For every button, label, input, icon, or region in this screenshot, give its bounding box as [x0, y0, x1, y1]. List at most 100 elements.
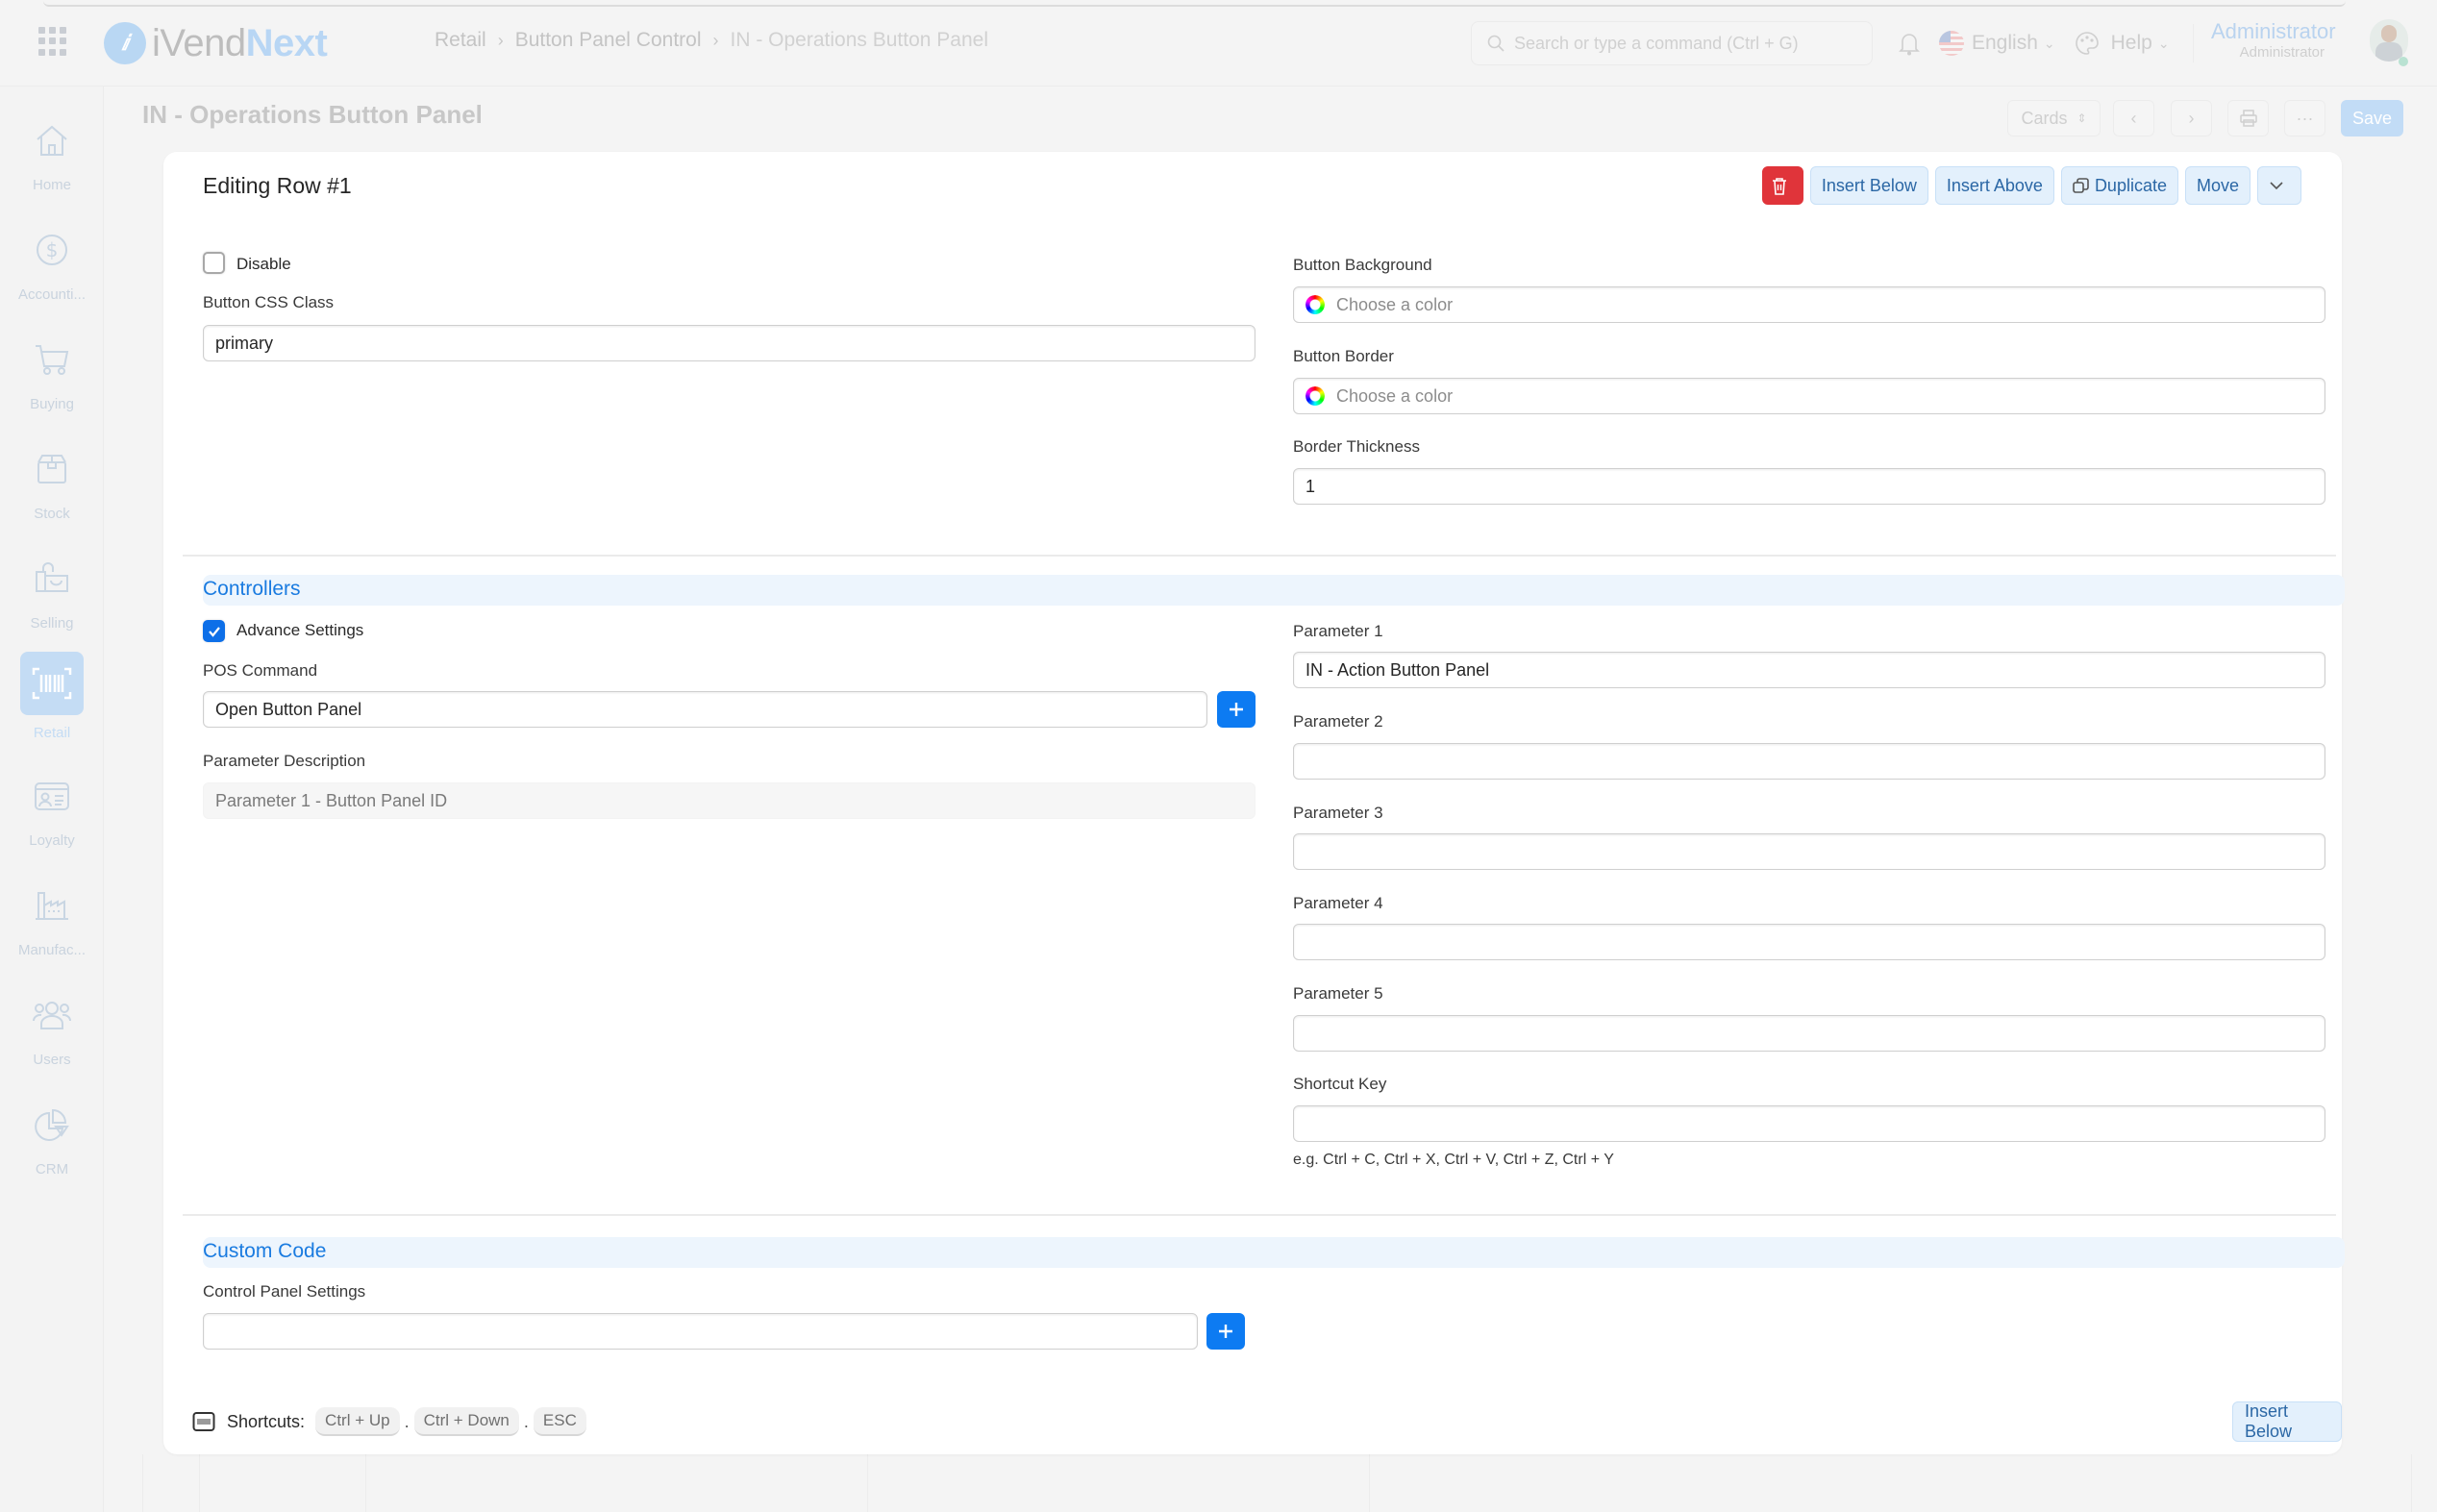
sidebar-label: Loyalty [29, 832, 75, 849]
ellipsis-icon: ··· [2296, 108, 2314, 128]
insert-above-button[interactable]: Insert Above [1934, 166, 2054, 205]
control-panel-settings-input[interactable] [203, 1313, 1198, 1350]
breadcrumb: Retail › Button Panel Control › IN - Ope… [435, 29, 988, 52]
button-background-input[interactable]: Choose a color [1293, 286, 2325, 323]
bag-icon [36, 562, 68, 592]
button-background-label: Button Background [1293, 256, 1432, 274]
sidebar-item-home[interactable]: Home [0, 113, 104, 193]
collapse-button[interactable] [2257, 166, 2301, 205]
previous-button[interactable]: ‹ [2113, 100, 2154, 136]
advance-settings-checkbox[interactable] [203, 620, 225, 642]
online-status-dot [2399, 57, 2408, 66]
add-pos-command-button[interactable] [1217, 691, 1256, 728]
palette-icon[interactable] [2075, 31, 2100, 56]
breadcrumb-current[interactable]: IN - Operations Button Panel [731, 29, 988, 52]
sidebar-label: Selling [30, 615, 74, 632]
help-menu[interactable]: Help [2111, 32, 2152, 55]
shortcuts-label: Shortcuts: [227, 1411, 306, 1431]
shortcut-key-input[interactable] [1293, 1105, 2325, 1142]
shortcut-separator: . [523, 1411, 529, 1431]
button-border-placeholder: Choose a color [1336, 385, 1454, 406]
button-border-input[interactable]: Choose a color [1293, 378, 2325, 414]
pos-command-input[interactable]: Open Button Panel [203, 691, 1207, 728]
controllers-section-title: Controllers [203, 578, 301, 600]
sidebar-item-users[interactable]: Users [0, 988, 104, 1068]
factory-icon [36, 892, 68, 920]
home-icon [37, 125, 67, 156]
checkmark-icon [208, 626, 220, 637]
more-button[interactable]: ··· [2284, 100, 2325, 136]
sidebar-label: Stock [34, 506, 70, 522]
breadcrumb-retail[interactable]: Retail [435, 29, 486, 52]
breadcrumb-button-panel-control[interactable]: Button Panel Control [515, 29, 702, 52]
controllers-section-header[interactable]: Controllers [203, 575, 2345, 606]
sidebar-item-loyalty[interactable]: Loyalty [0, 769, 104, 849]
sidebar-item-buying[interactable]: Buying [0, 333, 104, 412]
disable-label: Disable [236, 255, 291, 273]
parameter-1-label: Parameter 1 [1293, 622, 1383, 640]
cart-icon [36, 345, 69, 375]
trash-icon [1773, 177, 1787, 195]
insert-below-button[interactable]: Insert Below [1809, 166, 1928, 205]
global-search-input[interactable]: Search or type a command (Ctrl + G) [1471, 21, 1873, 65]
color-wheel-icon[interactable] [1306, 295, 1325, 314]
plus-icon [1230, 703, 1243, 716]
duplicate-button[interactable]: Duplicate [2060, 166, 2178, 205]
printer-icon [2239, 110, 2257, 127]
print-button[interactable] [2227, 100, 2269, 136]
sidebar-item-stock[interactable]: Stock [0, 442, 104, 522]
language-selector[interactable]: English [1972, 32, 2038, 55]
save-label: Save [2351, 108, 2393, 128]
border-thickness-input[interactable]: 1 [1293, 468, 2325, 505]
updown-icon: ⇕ [2076, 112, 2087, 125]
add-control-panel-settings-button[interactable] [1206, 1313, 1245, 1350]
parameter-4-label: Parameter 4 [1293, 894, 1383, 912]
shortcut-key-chip: Ctrl + Up [315, 1407, 400, 1436]
parameter-2-label: Parameter 2 [1293, 712, 1383, 731]
footer-insert-below-label: Insert Below [2245, 1401, 2293, 1441]
user-menu[interactable]: Administrator Administrator [2211, 19, 2336, 61]
color-wheel-icon[interactable] [1306, 386, 1325, 406]
apps-grid-icon[interactable] [38, 27, 67, 56]
sidebar-item-accounting[interactable]: $ Accounti... [0, 223, 104, 303]
custom-code-section-header[interactable]: Custom Code [203, 1237, 2345, 1268]
parameter-description-value: Parameter 1 - Button Panel ID [215, 790, 448, 810]
id-card-icon [35, 782, 69, 810]
next-button[interactable]: › [2171, 100, 2212, 136]
shortcut-key-hint: e.g. Ctrl + C, Ctrl + X, Ctrl + V, Ctrl … [1293, 1152, 1614, 1168]
user-name: Administrator [2211, 19, 2336, 43]
avatar[interactable] [2370, 19, 2408, 62]
button-css-class-value: primary [215, 333, 274, 353]
parameter-2-input[interactable] [1293, 743, 2325, 780]
section-divider [183, 1214, 2336, 1216]
button-css-class-input[interactable]: primary [203, 325, 1256, 361]
sidebar-item-selling[interactable]: Selling [0, 552, 104, 632]
disable-checkbox[interactable] [203, 252, 225, 274]
parameter-4-input[interactable] [1293, 924, 2325, 960]
parameter-5-input[interactable] [1293, 1015, 2325, 1052]
chevron-right-icon: › [497, 30, 504, 50]
shortcut-key-label: Shortcut Key [1293, 1075, 1387, 1093]
save-button[interactable]: Save [2341, 100, 2403, 136]
duplicate-icon [2073, 177, 2089, 193]
sidebar-item-crm[interactable]: CRM [0, 1098, 104, 1177]
barcode-icon [32, 667, 72, 700]
logo-suffix: Next [245, 21, 328, 64]
page-header: IN - Operations Button Panel Cards ⇕ ‹ › … [104, 87, 2437, 146]
parameter-1-input[interactable]: IN - Action Button Panel [1293, 652, 2325, 688]
bell-icon[interactable] [1899, 31, 1920, 56]
parameter-3-input[interactable] [1293, 833, 2325, 870]
us-flag-icon [1939, 31, 1964, 56]
search-icon [1487, 35, 1504, 52]
sidebar-label: CRM [35, 1161, 69, 1177]
sidebar-item-retail[interactable]: Retail [0, 652, 104, 741]
sidebar-item-manufacturing[interactable]: Manufac... [0, 879, 104, 958]
app-logo[interactable]: ⅈ iVendNext [104, 19, 328, 67]
background-grid-lines [104, 1454, 2437, 1512]
pie-chart-icon [35, 1108, 69, 1141]
footer-insert-below-button[interactable]: Insert Below [2232, 1401, 2342, 1442]
page-title: IN - Operations Button Panel [142, 100, 483, 129]
move-button[interactable]: Move [2184, 166, 2250, 205]
view-select[interactable]: Cards ⇕ [2007, 100, 2101, 136]
delete-row-button[interactable] [1761, 166, 1803, 205]
